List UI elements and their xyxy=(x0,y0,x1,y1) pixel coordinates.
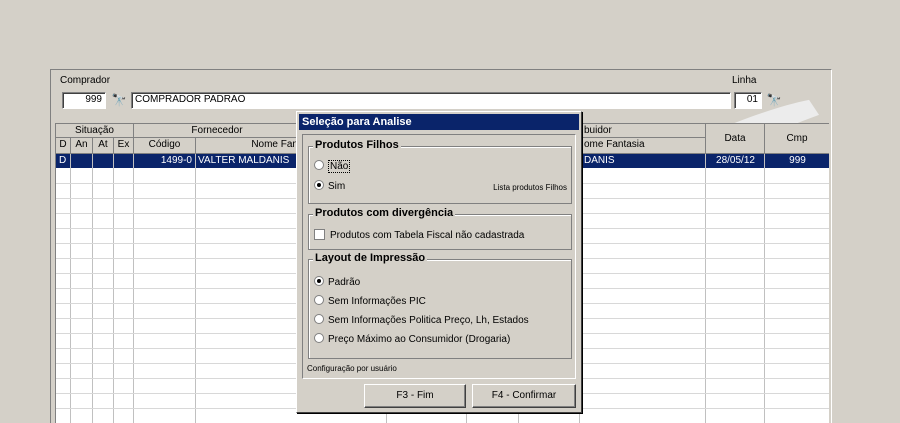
cell-data: 28/05/12 xyxy=(716,155,755,166)
lista-produtos-filhos-hint: Lista produtos Filhos xyxy=(493,183,567,192)
radio-padrao-label: Padrão xyxy=(328,277,361,288)
comprador-name-field: COMPRADOR PADRAO xyxy=(131,92,731,109)
layout-impressao-title: Layout de Impressão xyxy=(313,252,428,265)
cell-codigo: 1499-0 xyxy=(160,155,192,166)
radio-sem-politica-label: Sem Informações Politica Preço, Lh, Esta… xyxy=(328,315,529,326)
cell-distribuidor: DANIS xyxy=(584,155,615,166)
configuracao-usuario-note: Configuração por usuário xyxy=(307,364,397,373)
checkbox-tabela-fiscal-label: Produtos com Tabela Fiscal não cadastrad… xyxy=(330,230,525,241)
radio-sem-pic-circle xyxy=(314,295,324,305)
checkbox-tabela-fiscal[interactable]: Produtos com Tabela Fiscal não cadastrad… xyxy=(314,229,524,242)
linha-input[interactable]: 01 xyxy=(734,92,762,109)
col-codigo[interactable]: Código xyxy=(134,138,196,154)
col-d[interactable]: D xyxy=(56,138,71,154)
produtos-filhos-title: Produtos Filhos xyxy=(313,139,401,152)
cell-d: D xyxy=(59,155,67,166)
checkbox-box xyxy=(314,229,325,240)
col-data[interactable]: Data xyxy=(706,124,765,154)
radio-nao-label: Não xyxy=(328,160,351,173)
radio-sem-politica-circle xyxy=(314,314,324,324)
layout-impressao-group: Layout de Impressão Padrão Sem Informaçõ… xyxy=(308,252,572,359)
divergencia-title: Produtos com divergência xyxy=(313,207,456,220)
linha-search-binoculars-icon[interactable]: 🔭 xyxy=(765,92,783,109)
col-ex[interactable]: Ex xyxy=(114,138,134,154)
radio-sem-pic-label: Sem Informações PIC xyxy=(328,296,426,307)
radio-nao[interactable]: Não xyxy=(314,160,351,173)
f3-fim-button[interactable]: F3 - Fim xyxy=(364,384,466,408)
dialog-title: Seleção para Analise xyxy=(299,114,579,130)
radio-padrao-circle xyxy=(314,276,324,286)
comprador-label: Comprador xyxy=(60,75,111,86)
header-fornecedor: Fornecedor xyxy=(134,124,301,138)
radio-padrao[interactable]: Padrão xyxy=(314,276,360,289)
comprador-search-binoculars-icon[interactable]: 🔭 xyxy=(110,92,128,109)
radio-preco-maximo[interactable]: Preço Máximo ao Consumidor (Drogaria) xyxy=(314,333,510,346)
radio-preco-maximo-circle xyxy=(314,333,324,343)
col-an[interactable]: An xyxy=(71,138,93,154)
radio-preco-maximo-label: Preço Máximo ao Consumidor (Drogaria) xyxy=(328,334,511,345)
col-at[interactable]: At xyxy=(93,138,114,154)
radio-sem-pic[interactable]: Sem Informações PIC xyxy=(314,295,426,308)
linha-label: Linha xyxy=(732,75,757,86)
radio-sem-politica[interactable]: Sem Informações Politica Preço, Lh, Esta… xyxy=(314,314,529,327)
produtos-filhos-group: Produtos Filhos Não Sim Lista produtos F… xyxy=(308,139,572,204)
col-nome-fantasia-fornecedor[interactable]: Nome Fan xyxy=(196,138,301,154)
f4-confirmar-button[interactable]: F4 - Confirmar xyxy=(472,384,576,408)
cell-cmp: 999 xyxy=(789,155,806,166)
radio-sim-circle xyxy=(314,180,324,190)
radio-nao-circle xyxy=(314,160,324,170)
radio-sim-label: Sim xyxy=(328,181,346,192)
radio-sim[interactable]: Sim xyxy=(314,180,345,193)
col-nome-fantasia-distribuidor[interactable]: ome Fantasia xyxy=(580,138,706,154)
cell-fornecedor: VALTER MALDANIS xyxy=(198,155,290,166)
comprador-code-input[interactable]: 999 xyxy=(62,92,106,109)
header-situacao: Situação xyxy=(56,124,134,138)
divergencia-group: Produtos com divergência Produtos com Ta… xyxy=(308,207,572,250)
dialog-body: Produtos Filhos Não Sim Lista produtos F… xyxy=(302,134,576,379)
header-distribuidor: buidor xyxy=(580,124,706,138)
col-cmp[interactable]: Cmp xyxy=(765,124,829,154)
selecao-analise-dialog: Seleção para Analise Produtos Filhos Não… xyxy=(296,111,582,413)
